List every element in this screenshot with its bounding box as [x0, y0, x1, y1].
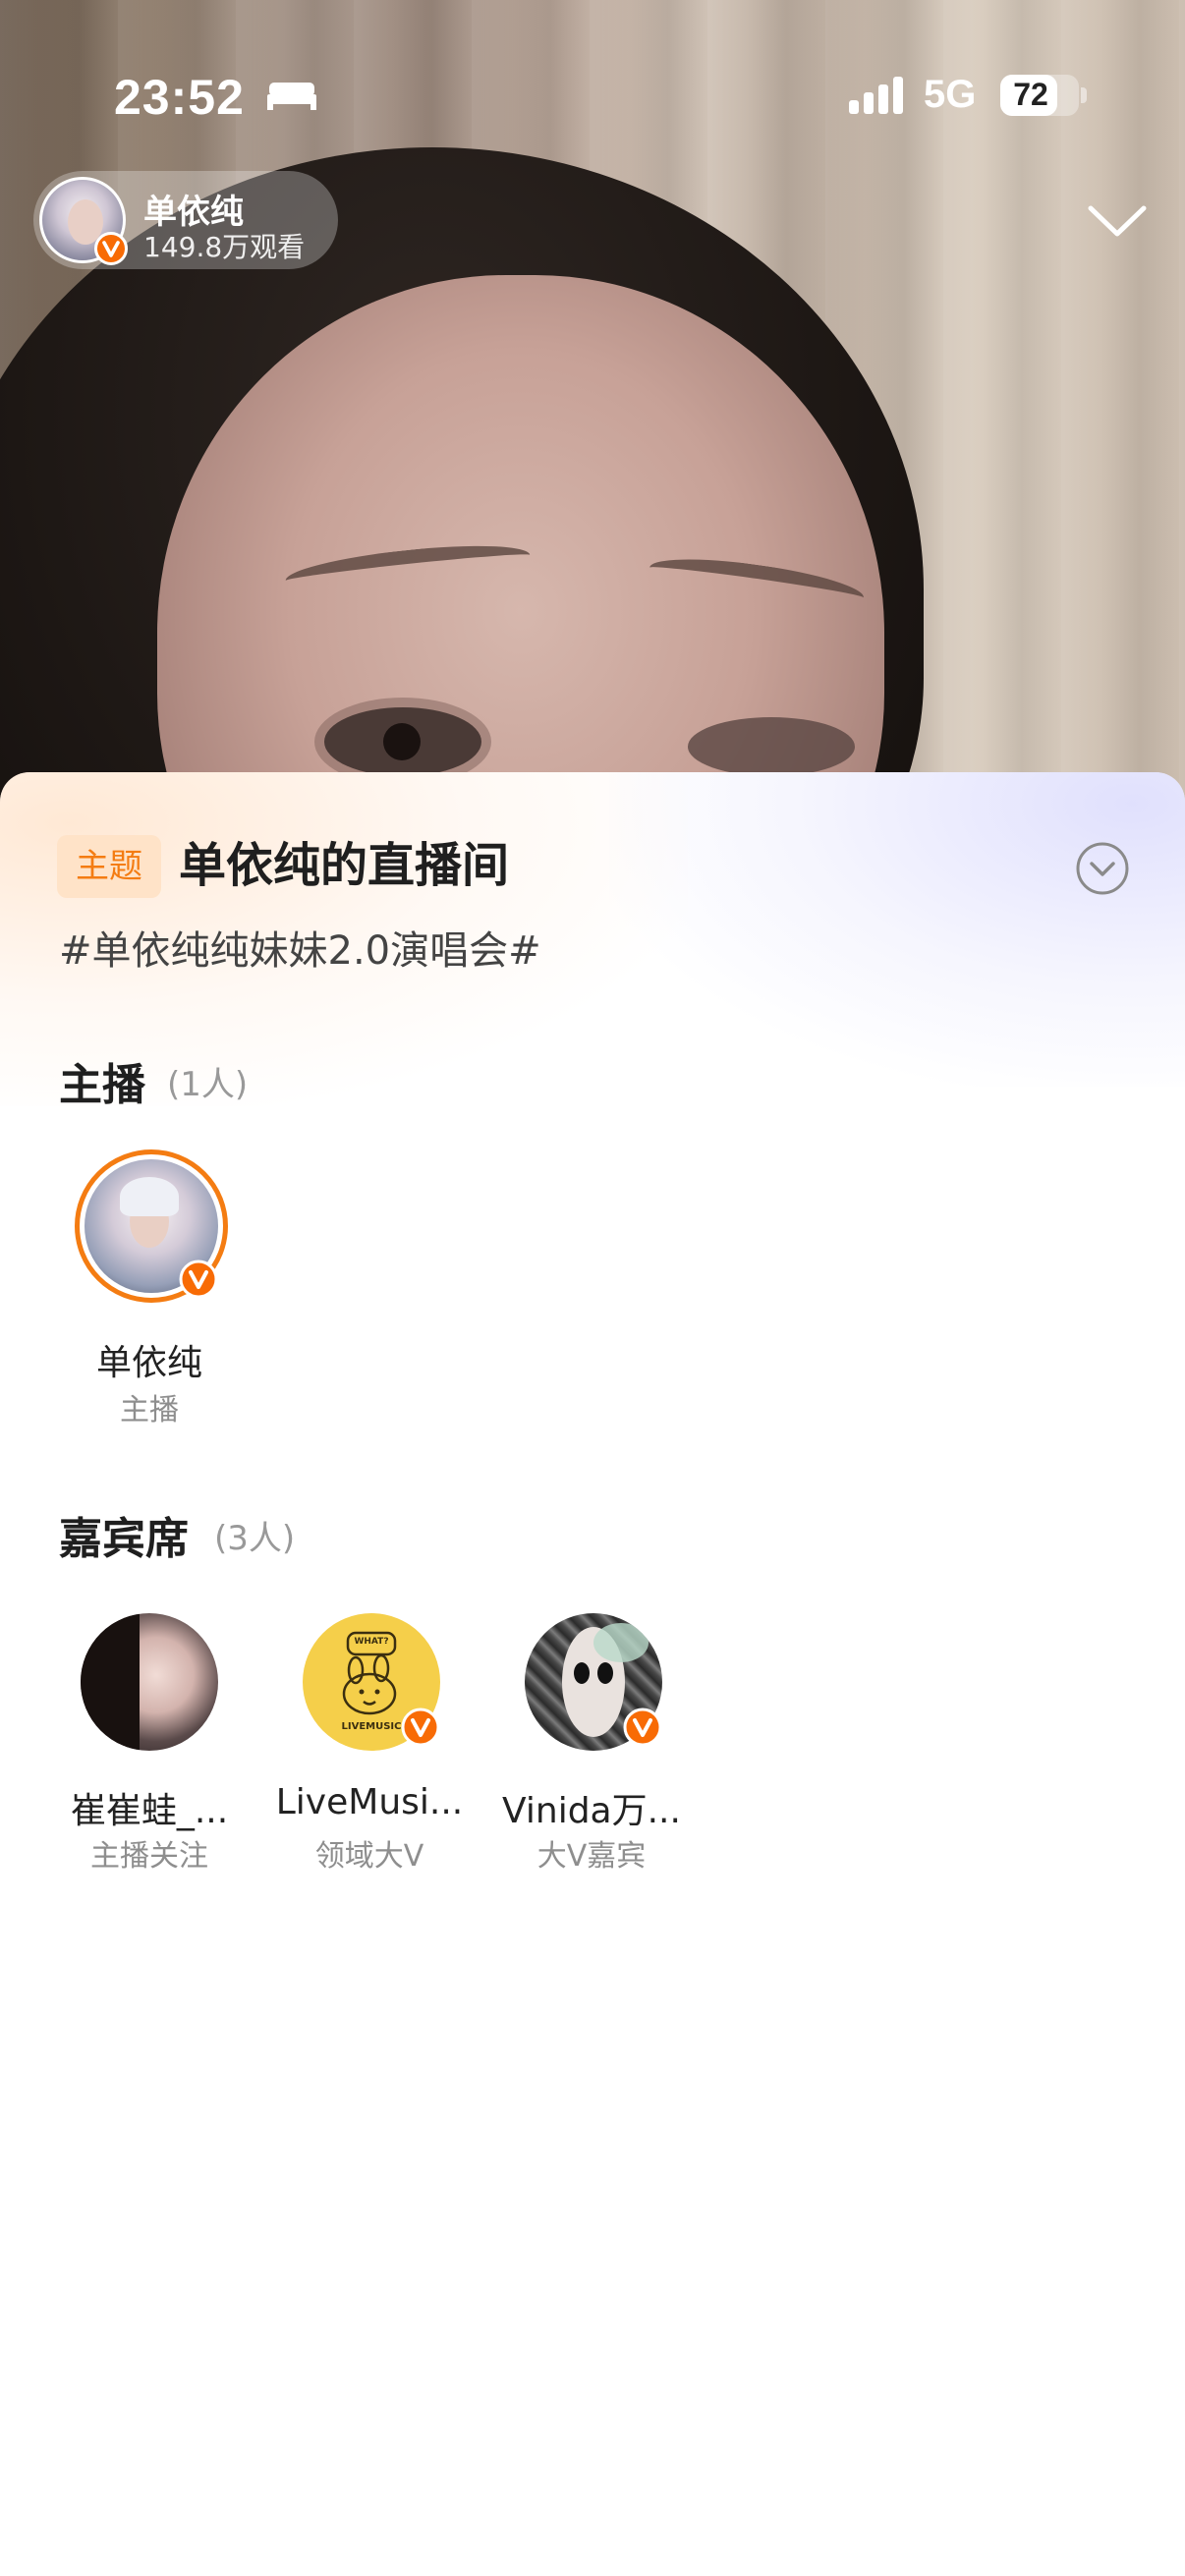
member-name: Vinida万... [502, 1791, 681, 1831]
battery-indicator: 72 [1000, 75, 1079, 116]
topic-hashtag[interactable]: #单依纯纯妹妹2.0演唱会# [59, 922, 541, 980]
member-role: 主播 [120, 1393, 179, 1428]
topic-tag: 主题 [57, 835, 161, 898]
logo-text-top: WHAT? [354, 1637, 389, 1647]
member-role: 主播关注 [90, 1839, 208, 1874]
guests-heading: 嘉宾席 [59, 1514, 189, 1564]
avatar-eye-left [574, 1662, 590, 1684]
viewer-count: 149.8万观看 [143, 231, 306, 263]
status-bar: 23:52 5G 72 [0, 0, 1185, 187]
hosts-heading: 主播 [59, 1060, 145, 1110]
live-room-info-sheet: 主题 单依纯的直播间 #单依纯纯妹妹2.0演唱会# 主播 (1人) 单依纯 主播… [0, 772, 1185, 2576]
sheet-glow-cool [609, 772, 1185, 1087]
avatar-accent [593, 1623, 649, 1662]
guests-count: (3人) [214, 1519, 296, 1558]
chevron-down-icon[interactable] [1085, 196, 1150, 246]
avatar-hair [120, 1177, 179, 1216]
guest-member-card[interactable]: 崔崔蛙_... 主播关注 [51, 1613, 248, 1888]
hosts-count: (1人) [167, 1065, 249, 1104]
guest-member-card[interactable]: WHAT? LIVEMUSIC LiveMusi... 领域大V [271, 1613, 468, 1888]
member-name: 单依纯 [95, 1343, 202, 1383]
avatar-hair [81, 1613, 140, 1751]
streamer-left-eye [324, 707, 481, 776]
battery-tip [1081, 87, 1087, 103]
verified-badge-icon [179, 1260, 218, 1299]
expand-circle-icon[interactable] [1075, 841, 1130, 896]
battery-percent: 72 [1013, 77, 1048, 112]
member-role: 大V嘉宾 [536, 1839, 647, 1874]
room-title: 单依纯的直播间 [179, 838, 510, 893]
streamer-right-eye [688, 717, 855, 776]
avatar-eye-right [597, 1662, 613, 1684]
network-type: 5G [924, 73, 977, 116]
avatar[interactable] [81, 1613, 218, 1751]
member-role: 领域大V [314, 1839, 424, 1874]
verified-badge-icon [94, 232, 128, 265]
member-name: 崔崔蛙_... [70, 1791, 229, 1831]
guest-member-card[interactable]: Vinida万... 大V嘉宾 [493, 1613, 690, 1888]
bed-icon [267, 83, 316, 110]
host-member-card[interactable]: 单依纯 主播 [51, 1149, 248, 1434]
status-time: 23:52 [114, 70, 245, 125]
member-name: LiveMusi... [275, 1782, 464, 1822]
host-info-pill[interactable]: 单依纯 149.8万观看 [33, 171, 338, 269]
verified-badge-icon [623, 1708, 662, 1747]
signal-icon [849, 77, 903, 114]
verified-badge-icon [401, 1708, 440, 1747]
